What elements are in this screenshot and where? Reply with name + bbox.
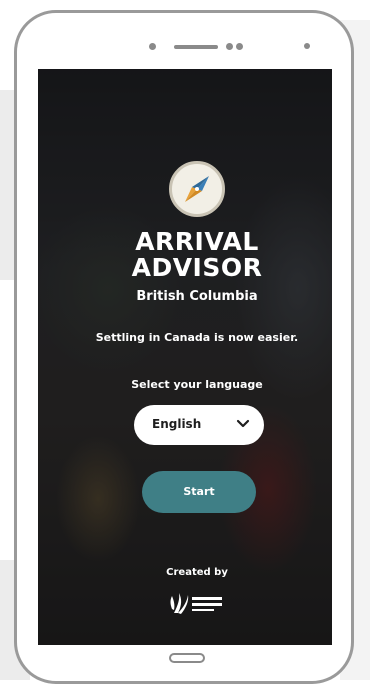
welcome-content: ARRIVAL ADVISOR British Columbia Settlin… <box>38 69 332 645</box>
language-select[interactable]: English <box>134 405 264 445</box>
app-subtitle: British Columbia <box>136 289 258 304</box>
app-title-line1: ARRIVAL <box>135 227 259 256</box>
tagline: Settling in Canada is now easier. <box>95 331 299 344</box>
app-title-line2: ADVISOR <box>131 253 263 282</box>
language-label: Select your language <box>131 378 263 391</box>
chevron-down-icon <box>236 418 250 433</box>
language-selected-value: English <box>152 417 202 431</box>
phone-speaker <box>174 45 218 49</box>
peace-geeks-logo <box>168 589 228 617</box>
home-button[interactable] <box>169 653 205 663</box>
phone-sensor-dot <box>236 43 243 50</box>
start-button[interactable]: Start <box>142 471 256 513</box>
phone-sensor-dot <box>149 43 156 50</box>
created-by-label: Created by <box>166 567 228 578</box>
compass-icon <box>169 161 225 217</box>
phone-camera-dot <box>304 43 310 49</box>
app-screen: ARRIVAL ADVISOR British Columbia Settlin… <box>38 69 332 645</box>
phone-sensor-dot <box>226 43 233 50</box>
